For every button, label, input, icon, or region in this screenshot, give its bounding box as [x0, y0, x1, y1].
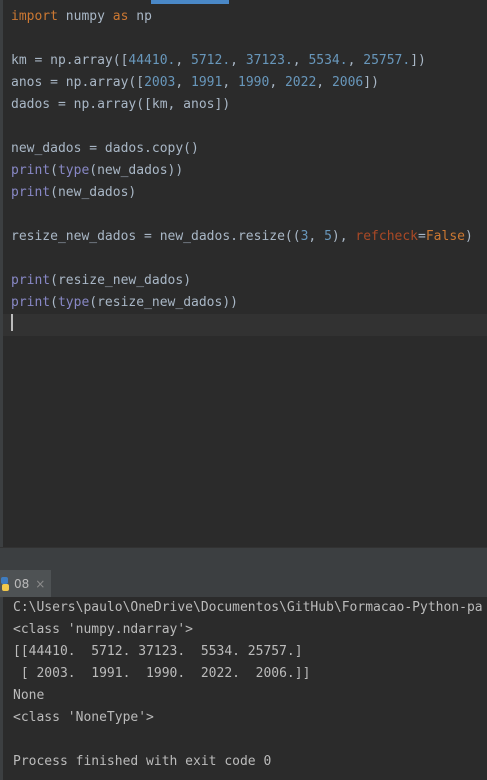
console-line: <class 'NoneType'> — [13, 710, 154, 725]
code-token: numpy — [57, 9, 113, 24]
code-token: 1990 — [238, 75, 270, 90]
code-token: import — [11, 9, 58, 24]
code-token: refcheck — [355, 229, 419, 244]
code-token: , — [347, 53, 364, 68]
code-token: 1991 — [191, 75, 223, 90]
code-token: ( — [50, 295, 58, 310]
code-token: 2022 — [284, 75, 317, 90]
code-token: anos = np.array([ — [11, 75, 145, 90]
code-token: ]) — [410, 53, 426, 68]
code-token: 5712. — [191, 53, 231, 68]
code-token: print — [11, 185, 51, 200]
code-token: (resize_new_dados) — [50, 273, 192, 288]
code-token: new_dados = dados.copy() — [11, 141, 199, 156]
code-line[interactable]: print(new_dados) — [11, 182, 487, 204]
console-line: Process finished with exit code 0 — [13, 754, 272, 769]
code-line[interactable] — [3, 314, 487, 336]
code-token: (new_dados) — [50, 185, 137, 200]
console-line: None — [13, 688, 45, 703]
code-token: , — [316, 75, 332, 90]
code-token: 2006 — [331, 75, 364, 90]
code-line[interactable] — [11, 116, 487, 138]
code-line[interactable] — [11, 204, 487, 226]
code-token: , — [175, 53, 192, 68]
code-token: , — [292, 53, 309, 68]
console-line: [ 2003. 1991. 1990. 2022. 2006.]] — [13, 666, 311, 681]
code-line[interactable]: dados = np.array([km, anos]) — [11, 94, 487, 116]
code-token: False — [425, 229, 465, 244]
code-line[interactable]: anos = np.array([2003, 1991, 1990, 2022,… — [11, 72, 487, 94]
code-line[interactable]: import numpy as np — [11, 6, 487, 28]
code-token: , — [222, 75, 238, 90]
code-area[interactable]: import numpy as np km = np.array([44410.… — [3, 6, 487, 336]
text-caret — [11, 314, 13, 331]
code-token: 44410. — [128, 53, 176, 68]
code-token: ) — [464, 229, 473, 244]
close-icon[interactable]: × — [35, 577, 45, 591]
console-line: [[44410. 5712. 37123. 5534. 25757.] — [13, 644, 303, 659]
code-token: , — [230, 53, 246, 68]
run-tab[interactable]: 08 × — [0, 570, 52, 597]
code-token: (new_dados)) — [89, 163, 184, 178]
active-tab-indicator — [151, 0, 229, 4]
code-line[interactable] — [11, 248, 487, 270]
code-token: type — [57, 295, 90, 310]
code-token: 2003 — [144, 75, 176, 90]
code-token: print — [11, 163, 51, 178]
code-token: resize_new_dados = new_dados.resize(( — [11, 229, 301, 244]
code-line[interactable]: print(type(resize_new_dados)) — [11, 292, 487, 314]
code-token: (resize_new_dados)) — [89, 295, 238, 310]
code-token: ]) — [363, 75, 379, 90]
console-line: <class 'numpy.ndarray'> — [13, 622, 194, 637]
run-tab-label: 08 — [14, 576, 30, 591]
run-console[interactable]: C:\Users\paulo\OneDrive\Documentos\GitHu… — [0, 597, 487, 780]
run-tool-window-header: 08 × — [0, 570, 487, 598]
code-token: km = np.array([ — [11, 53, 129, 68]
code-token: , — [175, 75, 192, 90]
code-token: 5 — [324, 229, 332, 244]
code-editor[interactable]: import numpy as np km = np.array([44410.… — [0, 0, 487, 547]
code-line[interactable]: print(resize_new_dados) — [11, 270, 487, 292]
code-token: as — [112, 9, 129, 24]
console-line: C:\Users\paulo\OneDrive\Documentos\GitHu… — [13, 600, 483, 615]
code-line[interactable]: km = np.array([44410., 5712., 37123., 55… — [11, 50, 487, 72]
code-token: print — [11, 295, 51, 310]
code-token: np — [128, 9, 152, 24]
code-token: print — [11, 273, 51, 288]
panel-divider[interactable] — [0, 547, 487, 571]
code-line[interactable] — [11, 28, 487, 50]
python-icon — [1, 576, 9, 591]
code-token: , — [308, 229, 325, 244]
code-line[interactable]: new_dados = dados.copy() — [11, 138, 487, 160]
code-token: type — [57, 163, 90, 178]
code-token: ( — [50, 163, 58, 178]
code-token: 25757. — [363, 53, 411, 68]
code-line[interactable]: resize_new_dados = new_dados.resize((3, … — [11, 226, 487, 248]
code-token: 37123. — [245, 53, 293, 68]
code-line[interactable]: print(type(new_dados)) — [11, 160, 487, 182]
code-token: = — [418, 229, 426, 244]
console-output: C:\Users\paulo\OneDrive\Documentos\GitHu… — [13, 597, 483, 773]
code-token: dados = np.array([km, anos]) — [11, 97, 231, 112]
code-token: 5534. — [308, 53, 348, 68]
code-token: , — [269, 75, 285, 90]
code-token: ), — [331, 229, 356, 244]
